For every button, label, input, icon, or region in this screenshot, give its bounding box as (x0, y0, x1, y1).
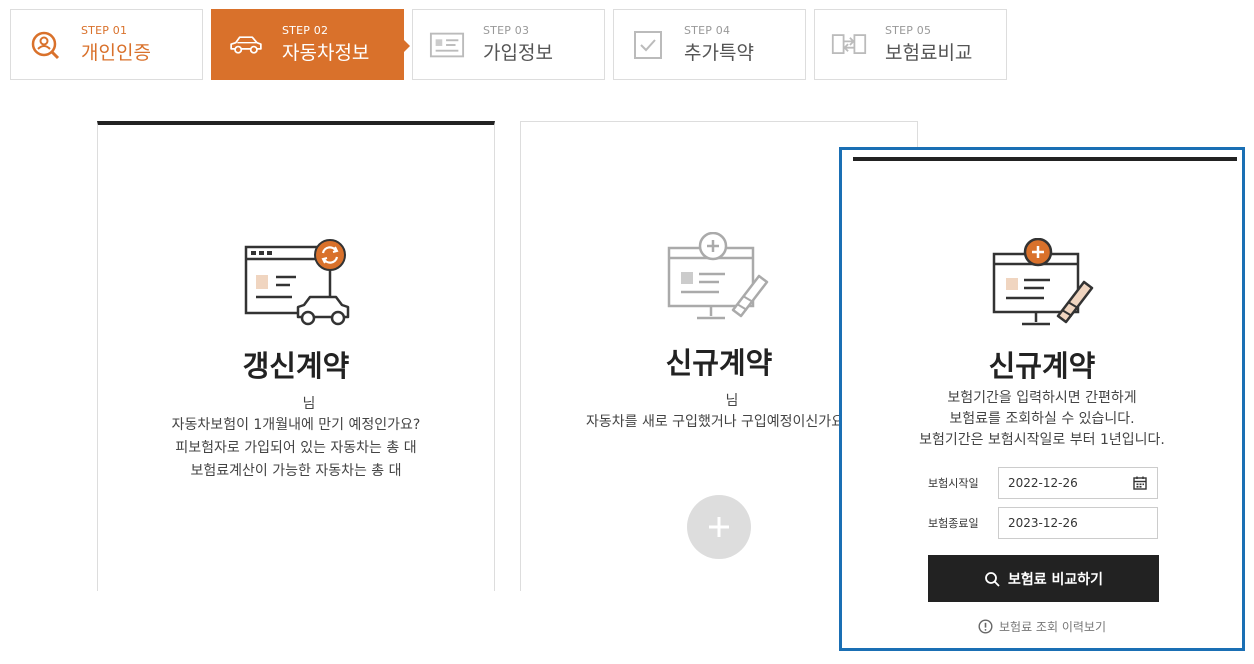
calendar-icon[interactable] (1133, 476, 1147, 490)
renewal-name: 님 (98, 393, 494, 413)
compare-icon (831, 27, 867, 63)
premium-history-label: 보험료 조회 이력보기 (999, 620, 1106, 634)
step-02[interactable]: STEP 02 자동차정보 (211, 9, 410, 80)
step-label: 자동차정보 (282, 41, 370, 64)
renewal-desc-2: 피보험자로 가입되어 있는 자동차는 총 대 (175, 440, 417, 456)
new-contract-monitor-icon (667, 232, 769, 320)
compare-premium-label: 보험료 비교하기 (1007, 571, 1104, 588)
end-date-input[interactable]: 2023-12-26 (998, 507, 1158, 539)
compare-premium-button[interactable]: 보험료 비교하기 (928, 555, 1159, 602)
step-progress-bar: STEP 01 개인인증 STEP 02 자동차정보 STEP 03 가입정보 … (10, 9, 1015, 80)
end-date-label: 보험종료일 (928, 517, 979, 530)
step-num: STEP 04 (684, 23, 731, 37)
panel-title: 신규계약 (988, 349, 1096, 383)
person-search-icon (27, 27, 63, 63)
step-03[interactable]: STEP 03 가입정보 (412, 9, 605, 80)
step-05[interactable]: STEP 05 보험료비교 (814, 9, 1007, 80)
car-icon (228, 27, 264, 63)
panel-description: 보험기간을 입력하시면 간편하게 보험료를 조회하실 수 있습니다. 보험기간은… (842, 388, 1242, 451)
panel-top-bar (853, 157, 1237, 161)
step-04[interactable]: STEP 04 추가특약 (613, 9, 806, 80)
renewal-contract-card[interactable]: 갱신계약 님 자동차보험이 1개월내에 만기 예정인가요? 피보험자로 가입되어… (97, 121, 495, 591)
step-label: 개인인증 (81, 41, 151, 64)
start-date-row: 보험시작일 2022-12-26 (928, 467, 1158, 499)
premium-history-link[interactable]: 보험료 조회 이력보기 (842, 618, 1242, 635)
step-label: 가입정보 (483, 41, 553, 64)
renewal-document-car-icon (244, 239, 350, 326)
plus-icon (709, 517, 729, 537)
start-date-value: 2022-12-26 (1008, 476, 1078, 490)
step-num: STEP 01 (81, 23, 128, 37)
step-num: STEP 02 (282, 23, 329, 37)
name-suffix: 님 (302, 396, 316, 412)
new-contract-expanded-panel: 신규계약 보험기간을 입력하시면 간편하게 보험료를 조회하실 수 있습니다. … (839, 147, 1245, 651)
add-new-contract-button[interactable] (687, 495, 751, 559)
panel-desc-line: 보험료를 조회하실 수 있습니다. (949, 411, 1135, 427)
name-suffix: 님 (725, 393, 739, 409)
id-card-icon (429, 27, 465, 63)
renewal-desc-1: 자동차보험이 1개월내에 만기 예정인가요? (171, 417, 421, 433)
renewal-title: 갱신계약 (242, 349, 350, 383)
end-date-value: 2023-12-26 (1008, 516, 1078, 530)
renewal-desc-3: 보험료계산이 가능한 자동차는 총 대 (190, 463, 402, 479)
step-num: STEP 05 (885, 23, 932, 37)
info-icon (978, 619, 993, 634)
checkbox-icon (630, 27, 666, 63)
step-label: 추가특약 (684, 41, 754, 64)
step-num: STEP 03 (483, 23, 530, 37)
end-date-row: 보험종료일 2023-12-26 (928, 507, 1158, 539)
search-icon (985, 571, 1000, 587)
panel-desc-line: 보험기간은 보험시작일로 부터 1년입니다. (919, 432, 1165, 448)
step-label: 보험료비교 (885, 41, 973, 64)
start-date-label: 보험시작일 (928, 477, 979, 490)
new-contract-monitor-icon (992, 238, 1094, 326)
panel-desc-line: 보험기간을 입력하시면 간편하게 (947, 390, 1137, 406)
step-01[interactable]: STEP 01 개인인증 (10, 9, 203, 80)
start-date-input[interactable]: 2022-12-26 (998, 467, 1158, 499)
